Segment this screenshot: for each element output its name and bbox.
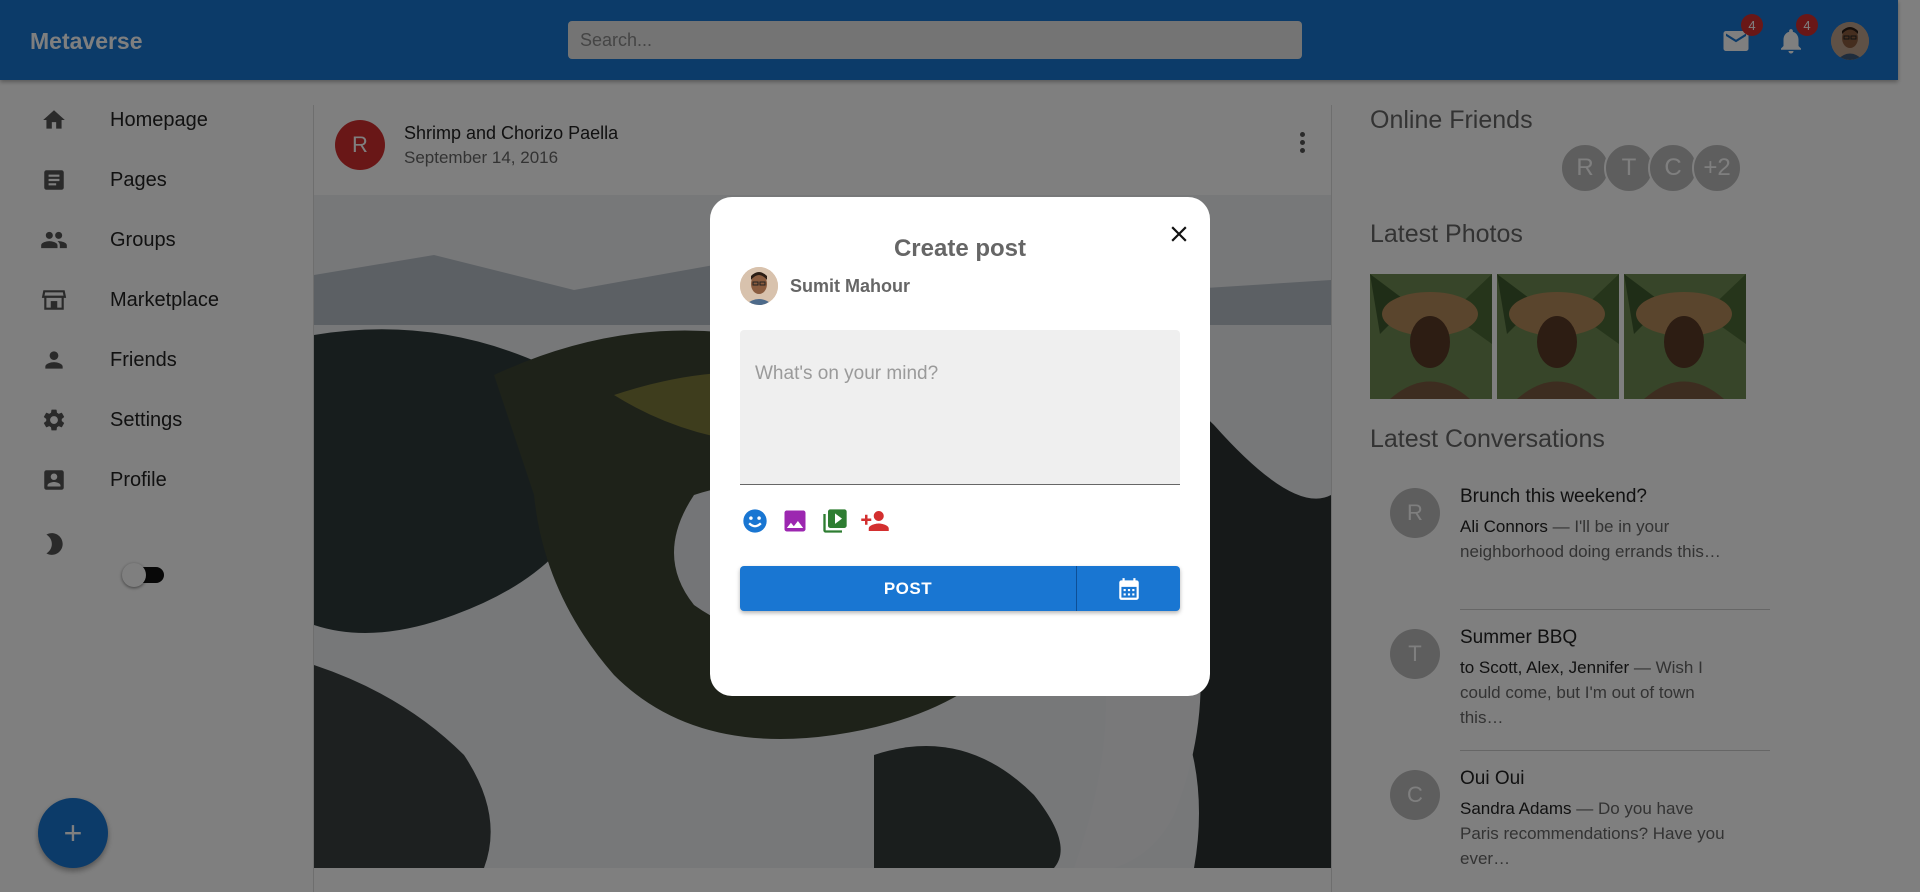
emoji-icon <box>743 509 767 533</box>
video-icon <box>823 509 847 533</box>
calendar-icon <box>1118 577 1139 600</box>
emoji-button[interactable] <box>740 506 770 536</box>
tag-person-icon <box>861 511 889 531</box>
modal-user-name: Sumit Mahour <box>790 276 910 296</box>
post-button-group: POST <box>740 566 1180 611</box>
post-text-placeholder: What's on your mind? <box>755 363 939 384</box>
close-icon <box>1171 226 1187 242</box>
modal-title: Create post <box>893 235 1027 262</box>
image-button[interactable] <box>780 506 810 536</box>
image-icon <box>784 510 806 532</box>
create-post-modal: Create post Sumit Mahour What's on your … <box>710 197 1210 696</box>
tag-person-button[interactable] <box>860 506 890 536</box>
post-text-input[interactable]: What's on your mind? <box>740 330 1180 485</box>
modal-user-avatar <box>740 267 778 305</box>
post-button[interactable]: POST <box>740 566 1076 611</box>
video-button[interactable] <box>820 506 850 536</box>
app-page: Metaverse 4 4 Homepage <box>0 0 1920 892</box>
schedule-button[interactable] <box>1077 566 1180 611</box>
close-button[interactable] <box>1162 217 1196 251</box>
